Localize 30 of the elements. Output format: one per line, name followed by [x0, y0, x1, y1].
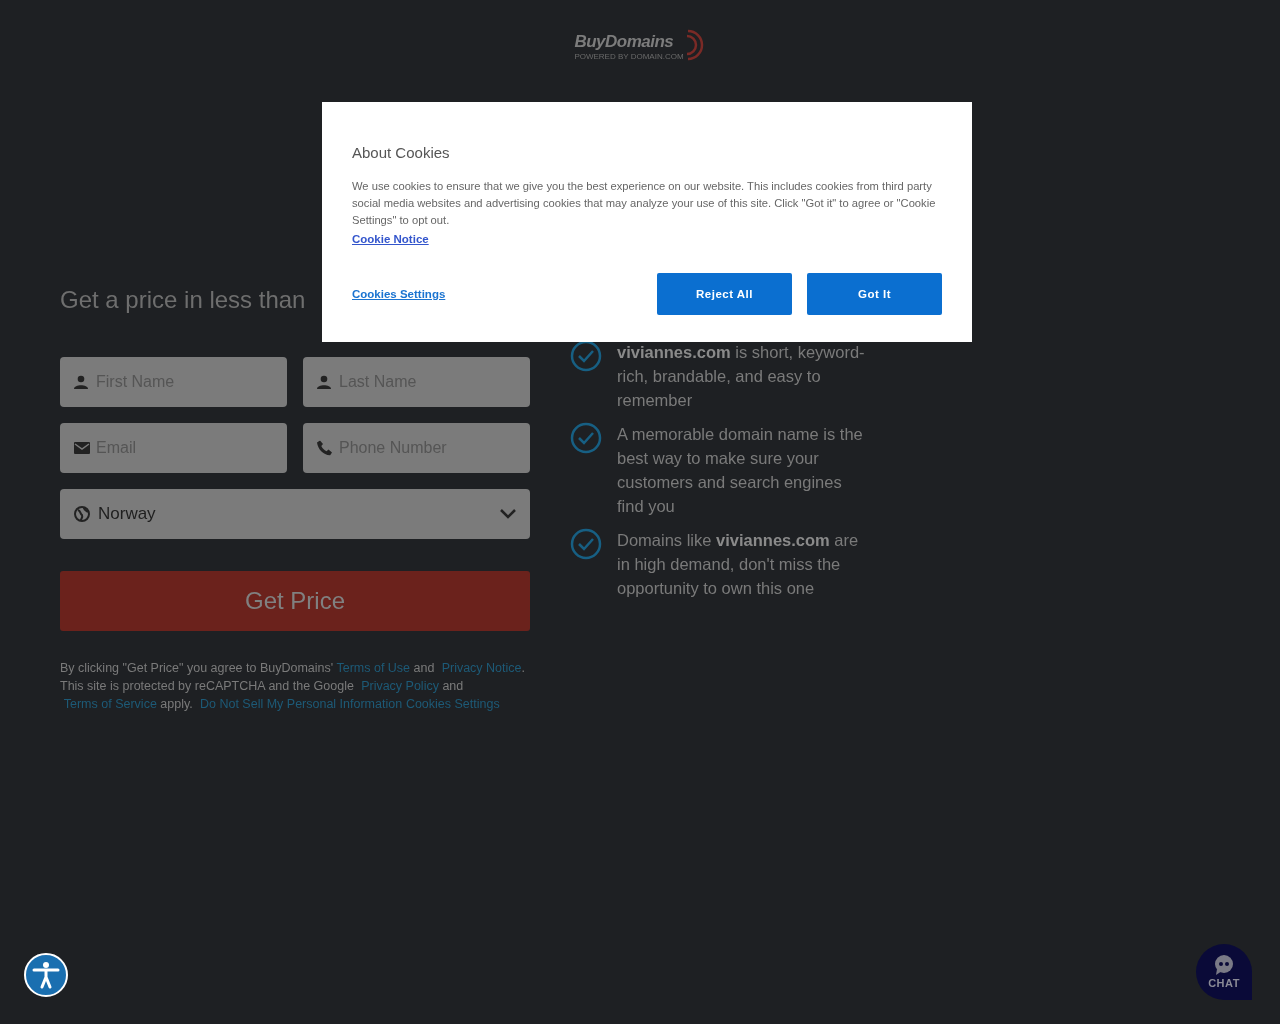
cookies-settings-link[interactable]: Cookies Settings: [352, 288, 446, 300]
accessibility-icon: [31, 960, 61, 990]
chevron-down-icon: [500, 509, 516, 519]
chat-button[interactable]: CHAT: [1196, 944, 1252, 1000]
get-price-button[interactable]: Get Price: [60, 571, 530, 631]
logo-tagline: POWERED BY DOMAIN.COM: [574, 52, 684, 62]
legal-link[interactable]: Terms of Use: [336, 661, 411, 675]
legal-link[interactable]: Cookies Settings: [405, 697, 500, 711]
legal-link[interactable]: Do Not Sell My Personal Information: [199, 697, 403, 711]
dialog-button[interactable]: Reject All: [657, 273, 792, 315]
accessibility-button[interactable]: [24, 953, 68, 997]
dialog-text: We use cookies to ensure that we give you the best experience on our website. This includes cookies from third party social media websites and advertising cookies that may analyze your use of this site. Click "Got it" to agree or "Cookie Settings" to opt out.: [352, 179, 937, 228]
country-select[interactable]: Norway: [60, 489, 530, 539]
legal-text: By clicking "Get Price" you agree to BuyDomains' Terms of Use and Privacy Notice. This site is protected by reCAPTCHA and the Google Privacy Policy and Terms of Service apply. Do Not Sell My Personal Information Cookies Settings: [60, 660, 526, 713]
check-circle-icon: [570, 340, 602, 372]
check-circle-icon: [570, 528, 602, 560]
legal-link[interactable]: Privacy Policy: [361, 679, 439, 693]
globe-icon: [74, 506, 90, 522]
benefit-text: A memorable domain name is the best way to make sure your customers and search engines find you: [617, 424, 864, 517]
dialog-title: About Cookies: [352, 144, 451, 161]
benefit-text: viviannes.com is short, keyword-rich, brandable, and easy to remember: [617, 342, 866, 411]
form-heading: Get a price in less than: [60, 285, 306, 315]
logo-text: BuyDomains: [574, 32, 674, 52]
check-circle-icon: [570, 422, 602, 454]
legal-link[interactable]: Privacy Notice: [441, 661, 522, 675]
dialog-button[interactable]: Got It: [807, 273, 942, 315]
benefit-text: Domains like viviannes.com are in high demand, don't miss the opportunity to own this one: [617, 530, 860, 599]
cookie-notice-link[interactable]: Cookie Notice: [352, 233, 429, 245]
speech-bubble-icon: [1213, 955, 1235, 975]
legal-link[interactable]: Terms of Service: [63, 697, 157, 711]
